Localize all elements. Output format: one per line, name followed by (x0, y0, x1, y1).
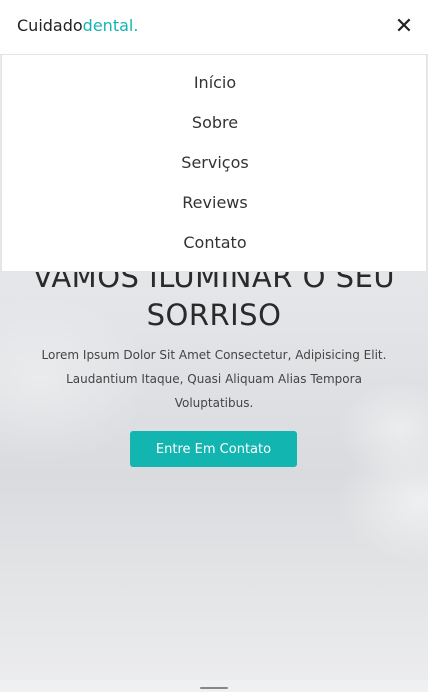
scroll-handle[interactable] (200, 687, 228, 689)
hero-description: Lorem Ipsum Dolor Sit Amet Consectetur, … (41, 348, 387, 410)
menu-item-inicio[interactable]: Início (2, 71, 428, 95)
close-icon[interactable]: ✕ (394, 15, 414, 39)
menu-item-reviews[interactable]: Reviews (2, 191, 428, 215)
contact-button[interactable]: Entre Em Contato (130, 431, 297, 467)
menu-item-sobre[interactable]: Sobre (2, 111, 428, 135)
logo[interactable]: Cuidadodental. (17, 16, 138, 35)
logo-main: Cuidado (17, 16, 83, 35)
hero-title-line2: SORRISO (146, 298, 282, 332)
menu-item-servicos[interactable]: Serviços (2, 151, 428, 175)
menu-item-contato[interactable]: Contato (2, 231, 428, 255)
mobile-menu: Início Sobre Serviços Reviews Contato (1, 55, 427, 272)
logo-accent: dental. (82, 16, 139, 35)
page: VAMOS ILUMINAR O SEU SORRISO Lorem Ipsum… (0, 0, 428, 692)
site-header: Cuidadodental. ✕ (0, 0, 428, 55)
